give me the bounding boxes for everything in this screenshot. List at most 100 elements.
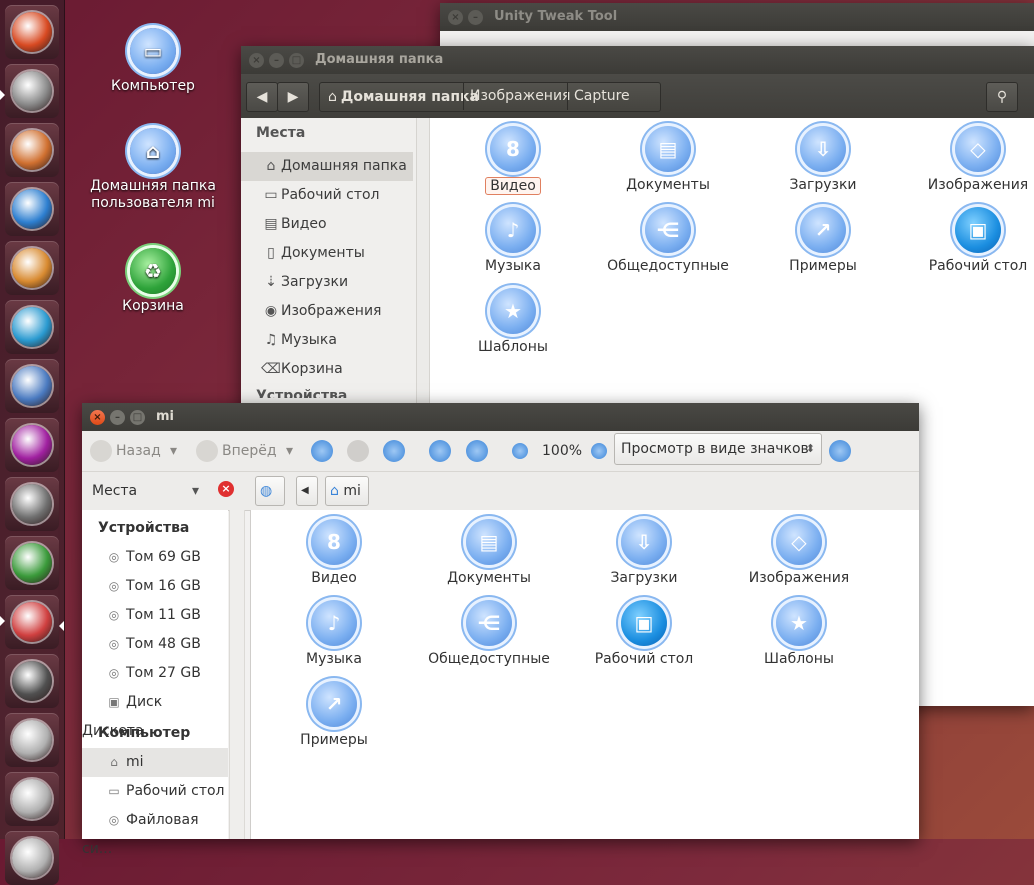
sidebar-item[interactable]: ◎ Том 11 GB [82, 601, 228, 630]
file-item[interactable]: ♪ Музыка [443, 207, 583, 274]
computer-icon[interactable] [466, 440, 488, 462]
toggle-location-button[interactable]: ◍ [255, 476, 285, 506]
launcher-files[interactable] [5, 64, 59, 118]
maximize-icon[interactable]: □ [130, 410, 145, 425]
launcher-settings[interactable] [5, 477, 59, 531]
zoom-out-icon[interactable] [512, 443, 528, 459]
sidebar-item[interactable]: ◎ Том 69 GB [82, 543, 228, 572]
launcher-app-9[interactable] [5, 536, 59, 590]
zoom-in-icon[interactable] [591, 443, 607, 459]
launcher-app-6[interactable] [5, 359, 59, 413]
desktop-icon-home[interactable]: ⌂ Домашняя папка пользователя mi [83, 128, 223, 212]
path-crumb-mi[interactable]: ⌂ mi [325, 476, 369, 506]
launcher-ubuntu-dash[interactable] [5, 5, 59, 59]
forward-button[interactable]: Вперёд [222, 439, 277, 463]
zoom-level: 100% [542, 443, 583, 459]
reload-icon[interactable] [383, 440, 405, 462]
file-item[interactable]: ▤ Документы [598, 126, 738, 193]
path-left-button[interactable]: ◀ [296, 476, 318, 506]
sidebar-item[interactable]: ▤ Видео [241, 210, 413, 239]
file-item[interactable]: ◇ Изображения [908, 126, 1034, 193]
file-item[interactable]: ⇩ Загрузки [753, 126, 893, 193]
home-icon[interactable] [429, 440, 451, 462]
launcher-disk-3[interactable] [5, 831, 59, 885]
disk-2-icon [12, 779, 52, 819]
file-item[interactable]: 8 Видео [443, 126, 583, 195]
file-label: Шаблоны [478, 339, 548, 355]
minimize-icon[interactable]: – [468, 10, 483, 25]
launcher-app-10[interactable] [5, 595, 59, 649]
maximize-icon[interactable]: □ [289, 53, 304, 68]
file-item[interactable]: ▤ Документы [419, 519, 559, 586]
file-item[interactable]: 8 Видео [264, 519, 404, 586]
minimize-icon[interactable]: – [110, 410, 125, 425]
launcher-app-4[interactable] [5, 241, 59, 295]
sidebar-scrollbar[interactable] [229, 510, 245, 839]
launcher-app-2[interactable] [5, 123, 59, 177]
sidebar-item[interactable]: ▯ Документы [241, 239, 413, 268]
home-icon: ⌂ [130, 128, 176, 174]
sidebar-item[interactable]: ⌂ mi [82, 748, 228, 777]
close-icon[interactable]: × [249, 53, 264, 68]
minimize-icon[interactable]: – [269, 53, 284, 68]
crumb-images[interactable]: Изображения [463, 82, 576, 110]
file-item[interactable]: ★ Шаблоны [729, 600, 869, 667]
sidebar-item[interactable]: ▣ Диск Дискета [82, 688, 228, 739]
file-item[interactable]: ▣ Рабочий стол [574, 600, 714, 667]
file-item[interactable]: ↗ Примеры [753, 207, 893, 274]
sidebar-item-label: Том 11 GB [126, 607, 201, 623]
launcher-disk-2[interactable] [5, 772, 59, 826]
places-label[interactable]: Места [92, 479, 137, 503]
sidebar-item[interactable]: ◎ Том 48 GB [82, 630, 228, 659]
chevron-down-icon[interactable]: ▾ [286, 439, 293, 463]
crumb-home[interactable]: Домашняя папка [341, 89, 479, 105]
chevron-down-icon[interactable]: ▾ [170, 439, 177, 463]
launcher-app-7[interactable] [5, 418, 59, 472]
sidebar-item[interactable]: ⌂ Домашняя папка [241, 152, 413, 181]
desktop-icon-trash[interactable]: ♻ Корзина [83, 248, 223, 315]
close-sidebar-icon[interactable]: × [218, 481, 234, 497]
file-item[interactable]: ⇩ Загрузки [574, 519, 714, 586]
desktop-icon-computer[interactable]: ▭ Компьютер [83, 28, 223, 95]
file-label: Шаблоны [764, 651, 834, 667]
place-icon: ◉ [264, 303, 278, 319]
sidebar-item[interactable]: ◎ Файловая си... [82, 806, 228, 857]
sidebar-item[interactable]: ♫ Музыка [241, 326, 413, 355]
sidebar-item[interactable]: ⇣ Загрузки [241, 268, 413, 297]
mi-titlebar: × – □ mi [82, 403, 919, 431]
close-icon[interactable]: × [448, 10, 463, 25]
file-item[interactable]: ♪ Музыка [264, 600, 404, 667]
file-item[interactable]: ⋲ Общедоступные [598, 207, 738, 274]
launcher-floppy[interactable] [5, 654, 59, 708]
file-label: Музыка [306, 651, 362, 667]
back-button[interactable]: Назад [116, 439, 161, 463]
sidebar-item[interactable]: ⌫Корзина [241, 355, 413, 384]
search-button[interactable]: ⚲ [986, 82, 1018, 112]
search-icon[interactable] [829, 440, 851, 462]
sidebar-item[interactable]: ▭ Рабочий стол [241, 181, 413, 210]
back-button[interactable]: ◀ [246, 82, 278, 112]
forward-button[interactable]: ▶ [277, 82, 309, 112]
chevron-down-icon[interactable]: ▾ [192, 479, 199, 503]
view-mode-select[interactable]: Просмотр в виде значков ⬍ [614, 433, 822, 465]
sidebar-item[interactable]: ◎ Том 27 GB [82, 659, 228, 688]
sidebar-item[interactable]: ▭ Рабочий стол [82, 777, 228, 806]
launcher-disk-1[interactable] [5, 713, 59, 767]
sidebar-item[interactable]: ◉ Изображения [241, 297, 413, 326]
launcher-app-5[interactable] [5, 300, 59, 354]
file-item[interactable]: ★ Шаблоны [443, 288, 583, 355]
file-item[interactable]: ▣ Рабочий стол [908, 207, 1034, 274]
sidebar-item[interactable]: ◎ Том 16 GB [82, 572, 228, 601]
search-icon: ⚲ [996, 89, 1008, 105]
crumb-capture[interactable]: Capture [567, 82, 636, 110]
file-item[interactable]: ◇ Изображения [729, 519, 869, 586]
close-icon[interactable]: × [90, 410, 105, 425]
stop-icon[interactable] [347, 440, 369, 462]
device-icon: ◎ [108, 666, 120, 680]
launcher-software-center[interactable] [5, 182, 59, 236]
up-icon[interactable] [311, 440, 333, 462]
file-label: Документы [626, 177, 710, 193]
file-item[interactable]: ↗ Примеры [264, 681, 404, 748]
file-item[interactable]: ⋲ Общедоступные [419, 600, 559, 667]
place-icon: ▤ [264, 216, 278, 232]
